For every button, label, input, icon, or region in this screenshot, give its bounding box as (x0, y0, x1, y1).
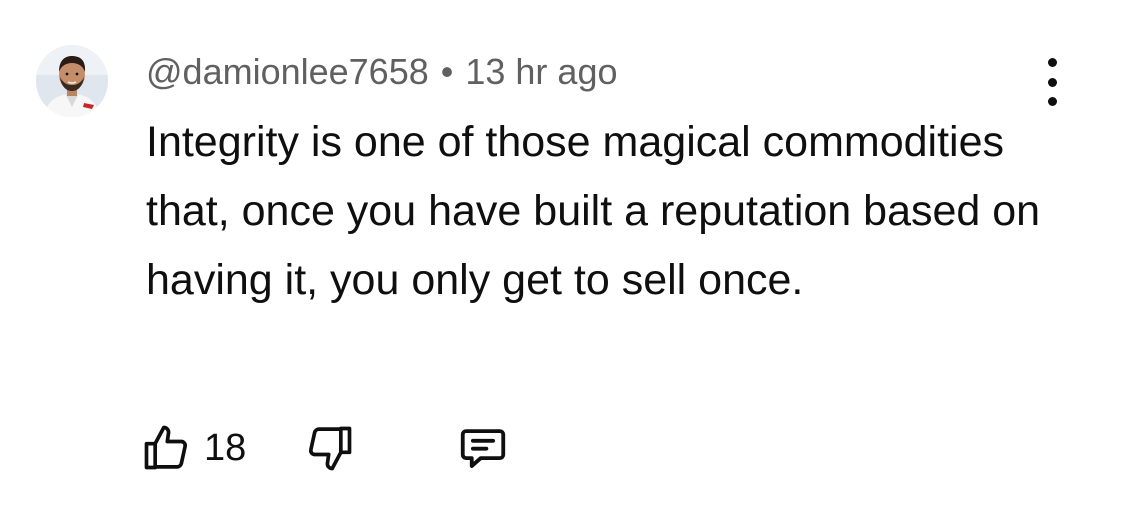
author-name[interactable]: @damionlee7658 (146, 51, 429, 92)
more-vertical-icon[interactable] (1030, 58, 1074, 106)
dislike-button[interactable] (304, 422, 356, 474)
like-count: 18 (204, 426, 247, 469)
comment-text: Integrity is one of those magical commod… (146, 118, 1041, 304)
thumbs-down-icon (309, 426, 352, 471)
comment-thread: @damionlee7658 • 13 hr ago Integrity is on… (0, 0, 1125, 530)
reply-comment-icon (461, 429, 506, 468)
more-dot (1047, 97, 1057, 106)
comment-meta: @damionlee7658 • 13 hr ago (146, 50, 617, 94)
meta-separator: • (440, 51, 454, 92)
thumbs-up-icon (144, 425, 188, 470)
like-button[interactable]: 18 (140, 422, 246, 474)
avatar[interactable] (36, 45, 108, 117)
timestamp[interactable]: 13 hr ago (465, 51, 617, 92)
more-dot (1047, 77, 1057, 87)
reply-button[interactable] (456, 421, 510, 475)
more-dot (1047, 58, 1057, 67)
comment-actions: 18 (140, 418, 510, 478)
